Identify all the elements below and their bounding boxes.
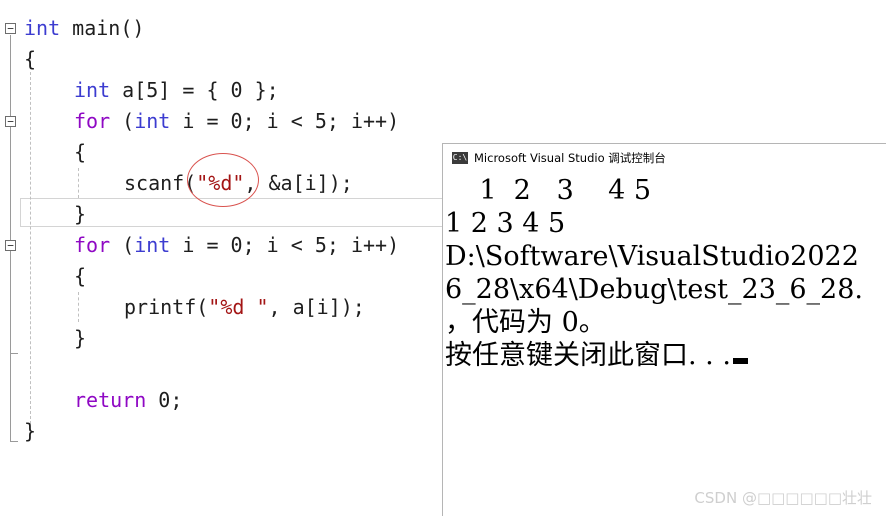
- outline-line-for1: [10, 128, 11, 218]
- output-line: 1 2 3 4 5: [445, 175, 652, 206]
- code-text: a[5] = { 0 };: [110, 78, 279, 102]
- code-line: return 0;: [74, 385, 182, 416]
- output-line-prompt: 按任意键关闭此窗口. . .: [445, 339, 748, 372]
- code-line: {: [74, 261, 86, 292]
- code-text: }: [74, 202, 87, 226]
- code-line: }: [24, 416, 36, 447]
- code-line: printf("%d ", a[i]);: [124, 292, 365, 323]
- code-text: }: [24, 419, 37, 443]
- code-line: }: [74, 323, 86, 354]
- console-output: 1 2 3 4 5 1 2 3 4 5 D:\Software\VisualSt…: [443, 174, 886, 516]
- code-keyword: int: [24, 16, 61, 40]
- indent-guide: [78, 292, 79, 322]
- code-text: printf(: [124, 295, 209, 319]
- output-line: 按任意键关闭此窗口. . .: [445, 340, 731, 371]
- code-keyword: int: [134, 233, 171, 257]
- output-line: D:\Software\VisualStudio2022: [445, 241, 859, 272]
- code-text: scanf(: [124, 171, 197, 195]
- outline-end-main: [10, 441, 18, 442]
- code-text: (: [110, 233, 135, 257]
- output-line: 6_28\x64\Debug\test_23_6_28.: [445, 274, 863, 305]
- code-line: int a[5] = { 0 };: [74, 75, 279, 106]
- code-text: i = 0; i < 5; i++): [170, 109, 400, 133]
- code-keyword: for: [74, 109, 111, 133]
- outline-end-for2: [10, 353, 18, 354]
- code-line: int main(): [24, 13, 144, 44]
- code-keyword: int: [74, 78, 111, 102]
- collapse-main-icon[interactable]: [5, 23, 16, 34]
- code-text: (: [110, 109, 135, 133]
- console-title: Microsoft Visual Studio 调试控制台: [474, 151, 666, 165]
- code-keyword: int: [134, 109, 171, 133]
- code-keyword: return: [74, 388, 147, 412]
- outline-line-for2: [10, 252, 11, 354]
- code-text: main(): [60, 16, 145, 40]
- code-text: }: [74, 326, 87, 350]
- indent-guide: [78, 168, 79, 198]
- code-string: "%d ": [208, 295, 269, 319]
- output-line: 1 2 3 4 5: [445, 208, 566, 239]
- annotation-circle: [187, 153, 259, 207]
- indent-guide: [30, 72, 31, 424]
- watermark: CSDN @□□□□□□壮壮: [694, 489, 872, 507]
- code-text: {: [74, 140, 87, 164]
- code-text: , a[i]);: [268, 295, 365, 319]
- code-keyword: for: [74, 233, 111, 257]
- collapse-for2-icon[interactable]: [5, 240, 16, 251]
- code-text: , &a[i]);: [244, 171, 353, 195]
- code-text: 0;: [146, 388, 183, 412]
- debug-console-window[interactable]: C:\ Microsoft Visual Studio 调试控制台 1 2 3 …: [442, 143, 886, 516]
- code-line: }: [74, 199, 86, 230]
- text-cursor: [732, 358, 748, 364]
- code-text: i = 0; i < 5; i++): [170, 233, 400, 257]
- code-line: {: [74, 137, 86, 168]
- code-text: {: [24, 47, 37, 71]
- console-titlebar[interactable]: C:\ Microsoft Visual Studio 调试控制台: [443, 144, 886, 172]
- code-line: for (int i = 0; i < 5; i++): [74, 230, 399, 261]
- collapse-for1-icon[interactable]: [5, 116, 16, 127]
- code-text: {: [74, 264, 87, 288]
- console-app-icon: C:\: [452, 152, 468, 164]
- output-line: ，代码为 0。: [445, 307, 606, 338]
- code-line: for (int i = 0; i < 5; i++): [74, 106, 399, 137]
- code-line: {: [24, 44, 36, 75]
